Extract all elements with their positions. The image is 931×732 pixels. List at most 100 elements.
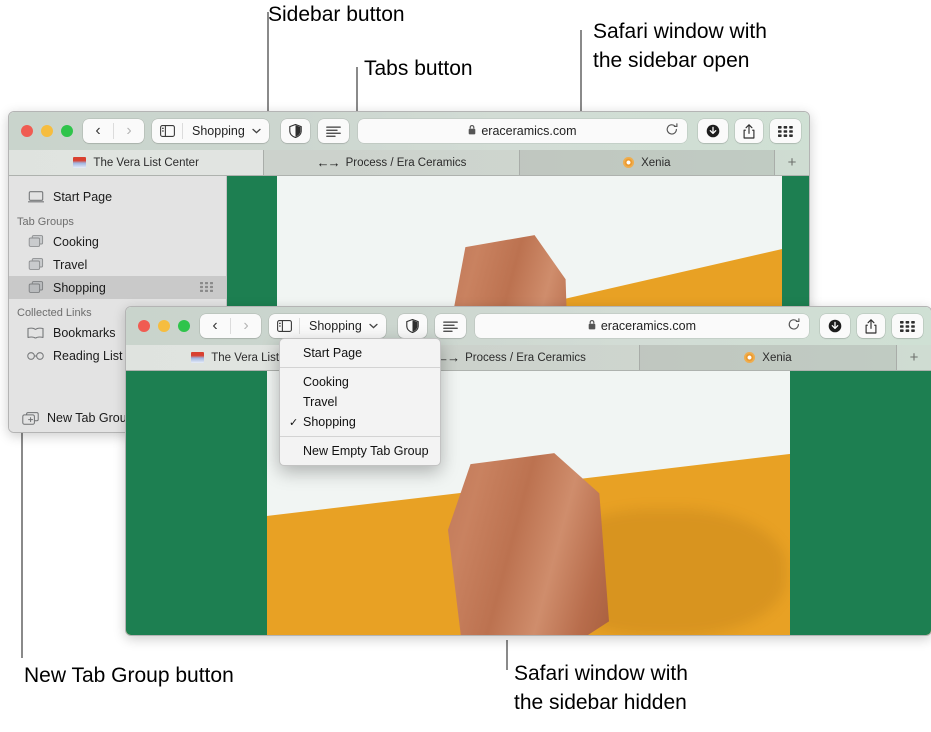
zoom-button[interactable] — [178, 320, 190, 332]
reload-icon[interactable] — [666, 123, 678, 139]
tab-the-vera-list-center[interactable]: The Vera List Center — [9, 150, 265, 175]
new-tab-button[interactable]: + — [775, 150, 809, 175]
safari-window-sidebar-hidden[interactable]: ‹ › Shopping eraceramics.com The Vera Li… — [125, 306, 931, 636]
sidebar-item-start-page[interactable]: Start Page — [9, 185, 226, 208]
menu-item-label: Cooking — [303, 375, 349, 389]
menu-item-label: Travel — [303, 395, 338, 409]
menu-item-start-page[interactable]: Start Page — [280, 343, 440, 363]
arrows-favicon: ←→ — [316, 155, 341, 170]
toolbar: ‹ › Shopping eraceramics.com — [126, 307, 931, 345]
tab-strip: The Vera List Center ←→ Process / Era Ce… — [126, 345, 931, 371]
leader-line-new-tab-group — [21, 430, 23, 658]
back-button[interactable]: ‹ — [200, 314, 230, 338]
sidebar-item-label: Cooking — [53, 234, 99, 249]
tab-group-dropdown-menu[interactable]: Start Page Cooking Travel ✓ Shopping New… — [279, 338, 441, 466]
photo-clay-block — [448, 453, 609, 635]
download-icon[interactable] — [698, 119, 728, 143]
ceramics-photo — [126, 371, 931, 635]
menu-item-label: Shopping — [303, 415, 356, 429]
lock-icon — [468, 124, 476, 138]
sidebar-icon[interactable] — [152, 119, 182, 143]
reader-icon[interactable] — [434, 314, 466, 338]
menu-item-cooking[interactable]: Cooking — [280, 372, 440, 392]
book-icon — [27, 327, 44, 339]
tab-strip: The Vera List Center ←→ Process / Era Ce… — [9, 150, 809, 176]
sun-favicon — [623, 157, 635, 168]
callout-window-sidebar-open: Safari window with the sidebar open — [593, 20, 767, 72]
tab-group-icon — [27, 235, 44, 248]
menu-item-travel[interactable]: Travel — [280, 392, 440, 412]
new-tab-group-label: New Tab Group — [47, 411, 134, 425]
start-page-icon — [27, 190, 44, 203]
photo-green-band-left — [126, 371, 267, 635]
menu-item-label: Start Page — [303, 346, 363, 360]
new-tab-button[interactable]: + — [897, 345, 931, 370]
vera-gradient-favicon — [73, 157, 87, 168]
tab-group-name: Shopping — [309, 319, 362, 333]
reload-icon[interactable] — [788, 318, 800, 334]
navigation-buttons: ‹ › — [83, 119, 144, 143]
sidebar-item-label: Bookmarks — [53, 325, 116, 340]
tab-process-era-ceramics[interactable]: ←→ Process / Era Ceramics — [264, 150, 520, 175]
menu-item-shopping[interactable]: ✓ Shopping — [280, 412, 440, 432]
callout-tabs-button: Tabs button — [364, 57, 473, 80]
download-icon[interactable] — [820, 314, 850, 338]
sidebar-and-tabgroup-control: Shopping — [269, 314, 386, 338]
navigation-buttons: ‹ › — [200, 314, 261, 338]
tab-overview-icon[interactable] — [892, 314, 923, 338]
sidebar-icon[interactable] — [269, 314, 299, 338]
forward-button[interactable]: › — [114, 119, 144, 143]
web-page-content — [126, 371, 931, 635]
menu-divider — [280, 436, 440, 437]
address-bar[interactable]: eraceramics.com — [474, 314, 809, 338]
close-button[interactable] — [138, 320, 150, 332]
tab-title: The Vera List Center — [93, 156, 199, 169]
tab-group-icon — [27, 281, 44, 294]
toolbar-right-actions — [820, 314, 923, 338]
tab-title: Xenia — [641, 156, 671, 169]
chevron-down-icon — [369, 322, 378, 331]
window-controls — [138, 320, 190, 332]
sidebar-item-cooking[interactable]: Cooking — [9, 230, 226, 253]
reader-icon[interactable] — [317, 119, 349, 143]
close-button[interactable] — [21, 125, 33, 137]
tab-group-menu-button[interactable]: Shopping — [300, 314, 386, 338]
tab-group-menu-button[interactable]: Shopping — [183, 119, 269, 143]
url-text: eraceramics.com — [481, 124, 577, 138]
vera-gradient-favicon — [191, 352, 205, 363]
zoom-button[interactable] — [61, 125, 73, 137]
callout-sidebar-button: Sidebar button — [268, 3, 405, 26]
minimize-button[interactable] — [41, 125, 53, 137]
tab-title: Process / Era Ceramics — [345, 156, 467, 169]
sidebar-and-tabgroup-control: Shopping — [152, 119, 269, 143]
glasses-icon — [27, 351, 44, 361]
menu-item-label: New Empty Tab Group — [303, 444, 429, 458]
minimize-button[interactable] — [158, 320, 170, 332]
checkmark-icon: ✓ — [289, 416, 299, 429]
privacy-report-icon[interactable] — [280, 119, 310, 143]
chevron-down-icon — [252, 127, 261, 136]
leader-line-window-hidden — [506, 640, 508, 670]
callout-new-tab-group-button: New Tab Group button — [24, 664, 234, 687]
sidebar-item-travel[interactable]: Travel — [9, 253, 226, 276]
photo-green-band-right — [790, 371, 931, 635]
address-bar[interactable]: eraceramics.com — [357, 119, 687, 143]
tab-overview-icon[interactable] — [200, 281, 213, 295]
share-icon[interactable] — [857, 314, 885, 338]
tab-group-name: Shopping — [192, 124, 245, 138]
tab-group-icon — [27, 258, 44, 271]
tab-overview-icon[interactable] — [770, 119, 801, 143]
menu-divider — [280, 367, 440, 368]
forward-button[interactable]: › — [231, 314, 261, 338]
lock-icon — [588, 319, 596, 333]
callout-window-sidebar-hidden: Safari window with the sidebar hidden — [514, 662, 688, 714]
window-controls — [21, 125, 73, 137]
share-icon[interactable] — [735, 119, 763, 143]
tab-xenia[interactable]: Xenia — [519, 150, 775, 175]
tab-xenia[interactable]: Xenia — [640, 345, 897, 370]
sidebar-item-label: Travel — [53, 257, 88, 272]
menu-item-new-empty-tab-group[interactable]: New Empty Tab Group — [280, 441, 440, 461]
back-button[interactable]: ‹ — [83, 119, 113, 143]
privacy-report-icon[interactable] — [397, 314, 427, 338]
sidebar-item-shopping[interactable]: Shopping — [9, 276, 226, 299]
